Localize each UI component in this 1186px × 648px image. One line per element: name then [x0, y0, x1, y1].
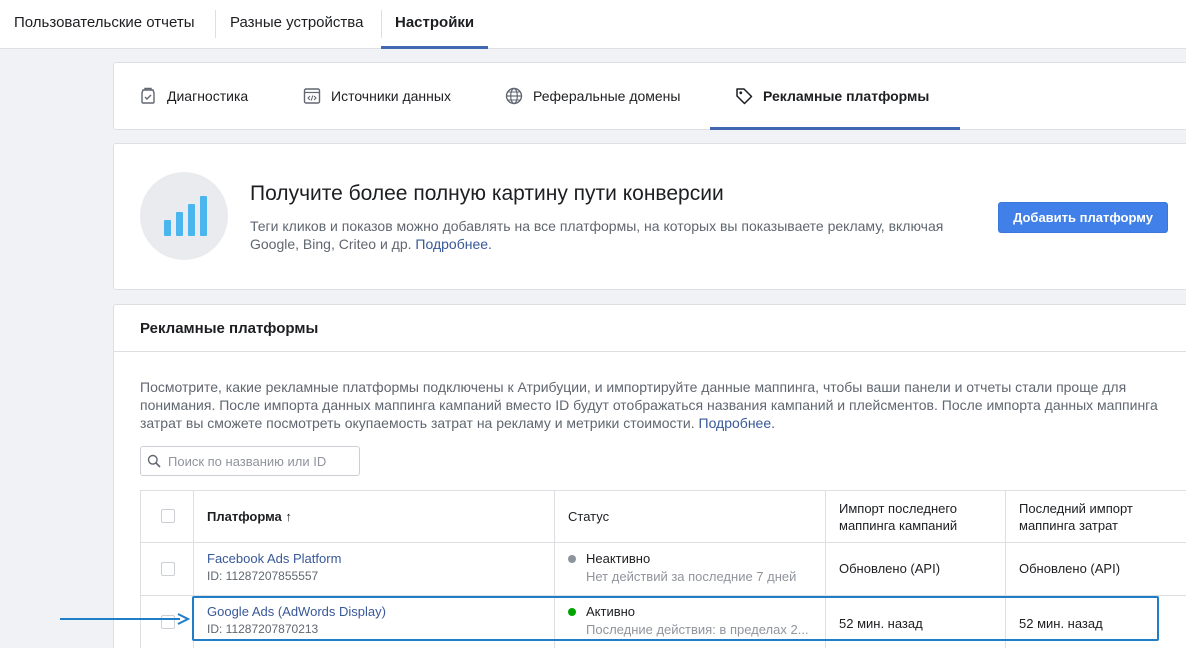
arrow-annotation-icon — [60, 613, 190, 625]
top-tab-bar: Пользовательские отчеты Разные устройств… — [0, 0, 1186, 49]
table-header-row: Платформа ↑ Статус Импорт последнего мап… — [140, 490, 1186, 542]
add-platform-button[interactable]: Добавить платформу — [998, 202, 1168, 233]
bar-chart-illustration — [140, 172, 228, 260]
header-campaign-import[interactable]: Импорт последнего маппинга кампаний — [825, 491, 1005, 542]
subtab-diagnostics-label: Диагностика — [167, 88, 249, 104]
diagnostics-icon — [141, 87, 155, 104]
cost-import-cell: Обновлено (API) — [1005, 543, 1186, 595]
platforms-learn-more-link[interactable]: Подробнее. — [699, 415, 776, 431]
campaign-import-cell: Обновлено (API) — [825, 543, 1005, 595]
campaign-import-value: Обновлено (API) — [839, 561, 941, 576]
search-input[interactable]: Поиск по названию или ID — [140, 446, 360, 476]
platforms-description-text: Посмотрите, какие рекламные платформы по… — [140, 379, 1158, 431]
globe-icon — [505, 87, 523, 105]
search-placeholder: Поиск по названию или ID — [168, 454, 327, 469]
platforms-description: Посмотрите, какие рекламные платформы по… — [140, 378, 1170, 432]
table-row: Facebook Ads Platform ID: 11287207855557… — [140, 542, 1186, 595]
status-dot — [568, 555, 576, 563]
subtab-data-sources[interactable]: Источники данных — [302, 63, 451, 129]
header-status[interactable]: Статус — [554, 491, 825, 542]
platform-cell: Facebook Ads Platform ID: 11287207855557 — [193, 543, 554, 595]
platform-id: ID: 11287207855557 — [207, 569, 319, 583]
status-detail: Нет действий за последние 7 дней — [586, 569, 797, 584]
conversion-promo-card: Получите более полную картину пути конве… — [113, 143, 1186, 290]
subtab-referral-domains[interactable]: Реферальные домены — [504, 63, 680, 129]
header-platform-label: Платформа ↑ — [207, 509, 292, 524]
cost-import-value: Обновлено (API) — [1019, 561, 1121, 576]
status-cell: Неактивно Нет действий за последние 7 дн… — [554, 543, 825, 595]
settings-subtabs: Диагностика Источники данных Реферальные… — [113, 62, 1186, 130]
tab-separator — [381, 10, 382, 38]
subtab-ad-platforms-label: Рекламные платформы — [763, 88, 930, 104]
tab-custom-reports[interactable]: Пользовательские отчеты — [14, 0, 194, 48]
promo-learn-more-link[interactable]: Подробнее. — [415, 236, 492, 252]
row-checkbox[interactable] — [161, 562, 175, 576]
tab-separator — [215, 10, 216, 38]
subtab-ad-platforms[interactable]: Рекламные платформы — [734, 63, 929, 129]
search-icon — [147, 454, 161, 468]
bar-chart-icon — [164, 196, 207, 236]
header-platform[interactable]: Платформа ↑ — [193, 491, 554, 542]
active-tab-underline — [381, 46, 489, 49]
header-status-label: Статус — [568, 509, 610, 524]
header-checkbox-cell — [140, 491, 193, 542]
header-cost-import-label: Последний импорт маппинга затрат — [1019, 501, 1133, 533]
platform-name-link[interactable]: Facebook Ads Platform — [207, 551, 341, 566]
tab-settings-label: Настройки — [395, 14, 475, 31]
tab-settings[interactable]: Настройки — [381, 0, 489, 49]
row-checkbox-cell — [140, 543, 193, 595]
card-title: Рекламные платформы — [140, 320, 319, 337]
status-label: Неактивно — [586, 551, 651, 566]
active-subtab-underline — [710, 127, 960, 130]
highlight-box — [192, 596, 1159, 641]
subtab-diagnostics[interactable]: Диагностика — [138, 63, 248, 129]
code-window-icon — [303, 88, 321, 104]
subtab-data-sources-label: Источники данных — [331, 88, 451, 104]
header-campaign-import-label: Импорт последнего маппинга кампаний — [839, 501, 958, 533]
promo-description-text: Теги кликов и показов можно добавлять на… — [250, 218, 944, 252]
subtab-referral-domains-label: Реферальные домены — [533, 88, 681, 104]
select-all-checkbox[interactable] — [161, 509, 175, 523]
card-header: Рекламные платформы — [114, 305, 1186, 352]
header-cost-import[interactable]: Последний импорт маппинга затрат — [1005, 491, 1186, 542]
tag-icon — [736, 88, 753, 105]
promo-description: Теги кликов и показов можно добавлять на… — [250, 217, 980, 253]
tab-cross-device[interactable]: Разные устройства — [230, 0, 363, 48]
promo-title: Получите более полную картину пути конве… — [250, 182, 724, 205]
